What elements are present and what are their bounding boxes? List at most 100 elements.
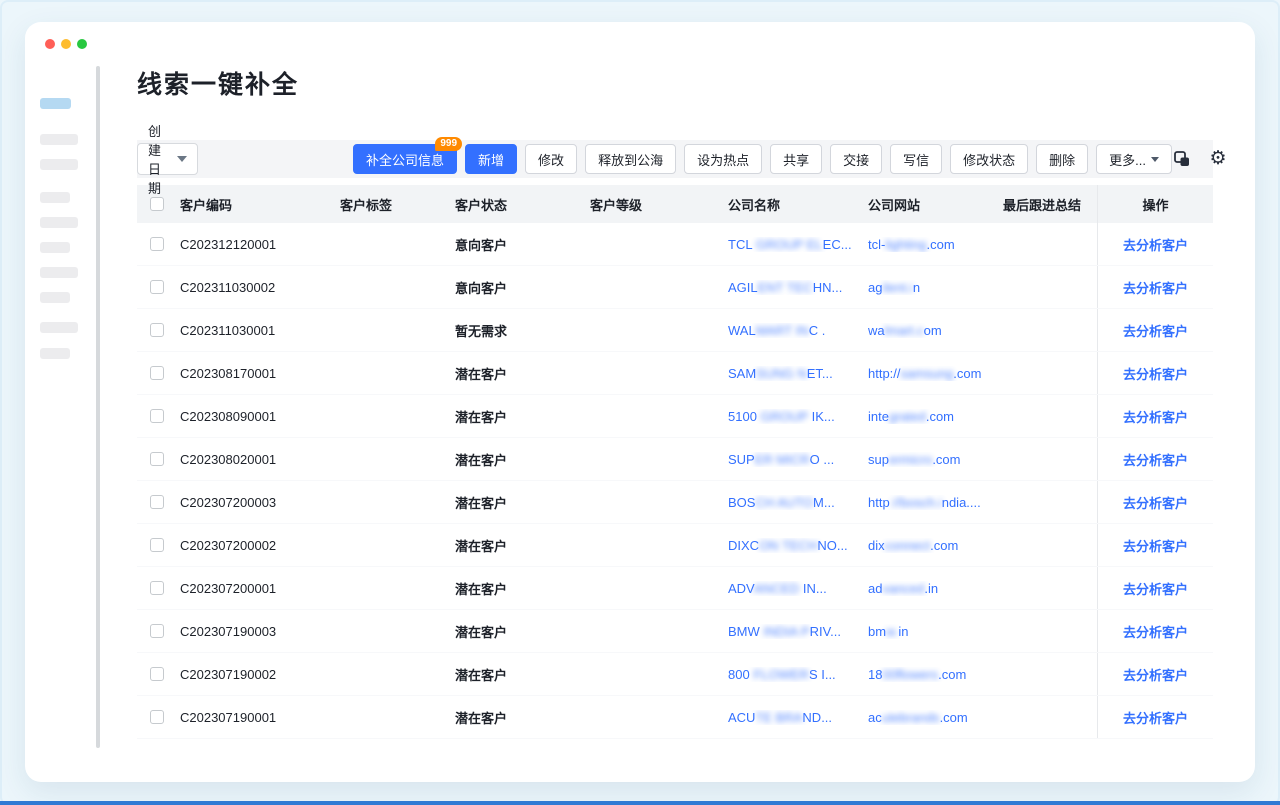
company-name-link[interactable]: ADVANCED IN... [725, 581, 865, 596]
settings-gear-icon[interactable]: ⚙ [1208, 149, 1228, 169]
app-window: 线索一键补全 创建日期 补全公司信息 999 新增 修改 释放到公海 设为热点 … [25, 22, 1255, 782]
table-row: C202312120001 意向客户 TCL GROUP ELEC... tcl… [137, 223, 1213, 266]
company-name-link[interactable]: ACUTE BRAND... [725, 710, 865, 725]
sidebar-scrollbar[interactable] [96, 66, 100, 748]
company-website-link[interactable]: integrated.com [865, 409, 1000, 424]
company-website-link[interactable]: tcl-lighting.com [865, 237, 1000, 252]
company-website-link[interactable]: acutebrands.com [865, 710, 1000, 725]
table-body: C202312120001 意向客户 TCL GROUP ELEC... tcl… [137, 223, 1213, 739]
company-name-link[interactable]: TCL GROUP ELEC... [725, 237, 865, 252]
company-name-link[interactable]: SUPER MICRO ... [725, 452, 865, 467]
analyze-customer-link[interactable]: 去分析客户 [1123, 407, 1188, 426]
more-label: 更多... [1109, 150, 1146, 169]
company-name-link[interactable]: 800 FLOWERS I... [725, 667, 865, 682]
column-header-customer-level[interactable]: 客户等级 [587, 195, 725, 214]
complete-company-info-button[interactable]: 补全公司信息 999 [353, 144, 457, 174]
column-header-company-name[interactable]: 公司名称 [725, 195, 865, 214]
company-name-link[interactable]: 5100 GROUP IK... [725, 409, 865, 424]
company-name-link[interactable]: BMW INDIA PRIV... [725, 624, 865, 639]
row-checkbox[interactable] [150, 495, 164, 509]
chevron-down-icon [177, 156, 187, 162]
write-letter-button[interactable]: 写信 [890, 144, 942, 174]
share-button[interactable]: 共享 [770, 144, 822, 174]
row-checkbox[interactable] [150, 710, 164, 724]
analyze-customer-link[interactable]: 去分析客户 [1123, 278, 1188, 297]
customer-code: C202307200003 [177, 495, 337, 510]
company-website-link[interactable]: walmart.com [865, 323, 1000, 338]
modify-status-button[interactable]: 修改状态 [950, 144, 1028, 174]
row-checkbox[interactable] [150, 667, 164, 681]
company-website-link[interactable]: advanced.in [865, 581, 1000, 596]
analyze-customer-link[interactable]: 去分析客户 [1123, 665, 1188, 684]
minimize-window-button[interactable] [61, 39, 71, 49]
company-website-link[interactable]: http://bosch.india.... [865, 495, 1000, 510]
delete-button[interactable]: 删除 [1036, 144, 1088, 174]
row-checkbox[interactable] [150, 452, 164, 466]
sidebar-item-placeholder [40, 217, 78, 228]
zoom-window-button[interactable] [77, 39, 87, 49]
analyze-customer-link[interactable]: 去分析客户 [1123, 321, 1188, 340]
company-website-link[interactable]: http://samsung.com [865, 366, 1000, 381]
customer-code: C202307200002 [177, 538, 337, 553]
company-website-link[interactable]: supermicro.com [865, 452, 1000, 467]
company-name-link[interactable]: WALMART INC . [725, 323, 865, 338]
company-name-link[interactable]: DIXCON TECHNO... [725, 538, 865, 553]
release-to-public-pool-button[interactable]: 释放到公海 [585, 144, 676, 174]
add-button[interactable]: 新增 [465, 144, 517, 174]
sidebar-item-placeholder [40, 134, 78, 145]
view-toggle-icon[interactable] [1172, 149, 1192, 169]
sidebar-item-placeholder [40, 192, 70, 203]
table-row: C202307190003 潜在客户 BMW INDIA PRIV... bmw… [137, 610, 1213, 653]
modify-button[interactable]: 修改 [525, 144, 577, 174]
column-header-customer-tag[interactable]: 客户标签 [337, 195, 452, 214]
window-controls [45, 39, 87, 49]
company-website-link[interactable]: agilent.in [865, 280, 1000, 295]
column-header-last-followup[interactable]: 最后跟进总结 [1000, 195, 1097, 214]
row-checkbox[interactable] [150, 538, 164, 552]
analyze-customer-link[interactable]: 去分析客户 [1123, 579, 1188, 598]
table-row: C202307200002 潜在客户 DIXCON TECHNO... dixc… [137, 524, 1213, 567]
more-button[interactable]: 更多... [1096, 144, 1172, 174]
analyze-customer-link[interactable]: 去分析客户 [1123, 364, 1188, 383]
row-checkbox[interactable] [150, 409, 164, 423]
company-name-link[interactable]: AGILENT TECHN... [725, 280, 865, 295]
company-website-link[interactable]: bmw.in [865, 624, 1000, 639]
analyze-customer-link[interactable]: 去分析客户 [1123, 708, 1188, 727]
table-header: 客户编码 客户标签 客户状态 客户等级 公司名称 公司网站 最后跟进总结 操作 [137, 185, 1213, 223]
company-name-link[interactable]: BOSCH AUTOM... [725, 495, 865, 510]
customer-status: 潜在客户 [452, 493, 587, 512]
customer-status: 潜在客户 [452, 579, 587, 598]
column-header-company-website[interactable]: 公司网站 [865, 195, 1000, 214]
row-checkbox[interactable] [150, 581, 164, 595]
create-date-filter-dropdown[interactable]: 创建日期 [137, 143, 198, 175]
column-header-customer-status[interactable]: 客户状态 [452, 195, 587, 214]
analyze-customer-link[interactable]: 去分析客户 [1123, 536, 1188, 555]
table-row: C202311030002 意向客户 AGILENT TECHN... agil… [137, 266, 1213, 309]
row-checkbox[interactable] [150, 624, 164, 638]
table-row: C202307200003 潜在客户 BOSCH AUTOM... http:/… [137, 481, 1213, 524]
row-checkbox[interactable] [150, 323, 164, 337]
customer-status: 意向客户 [452, 235, 587, 254]
analyze-customer-link[interactable]: 去分析客户 [1123, 493, 1188, 512]
set-hotspot-button[interactable]: 设为热点 [684, 144, 762, 174]
row-checkbox[interactable] [150, 280, 164, 294]
add-button-label: 新增 [478, 150, 504, 169]
company-website-link[interactable]: 1800flowers.com [865, 667, 1000, 682]
customer-code: C202308170001 [177, 366, 337, 381]
handover-button[interactable]: 交接 [830, 144, 882, 174]
customer-status: 意向客户 [452, 278, 587, 297]
row-checkbox[interactable] [150, 237, 164, 251]
customer-status: 潜在客户 [452, 708, 587, 727]
analyze-customer-link[interactable]: 去分析客户 [1123, 622, 1188, 641]
customer-status: 潜在客户 [452, 665, 587, 684]
toolbar: 创建日期 补全公司信息 999 新增 修改 释放到公海 设为热点 共享 交接 写… [137, 140, 1213, 178]
column-header-customer-code[interactable]: 客户编码 [177, 195, 337, 214]
analyze-customer-link[interactable]: 去分析客户 [1123, 235, 1188, 254]
company-name-link[interactable]: SAMSUNG NET... [725, 366, 865, 381]
row-checkbox[interactable] [150, 366, 164, 380]
close-window-button[interactable] [45, 39, 55, 49]
sidebar-item-placeholder [40, 322, 78, 333]
select-all-checkbox[interactable] [150, 197, 164, 211]
company-website-link[interactable]: dixconnect.com [865, 538, 1000, 553]
analyze-customer-link[interactable]: 去分析客户 [1123, 450, 1188, 469]
